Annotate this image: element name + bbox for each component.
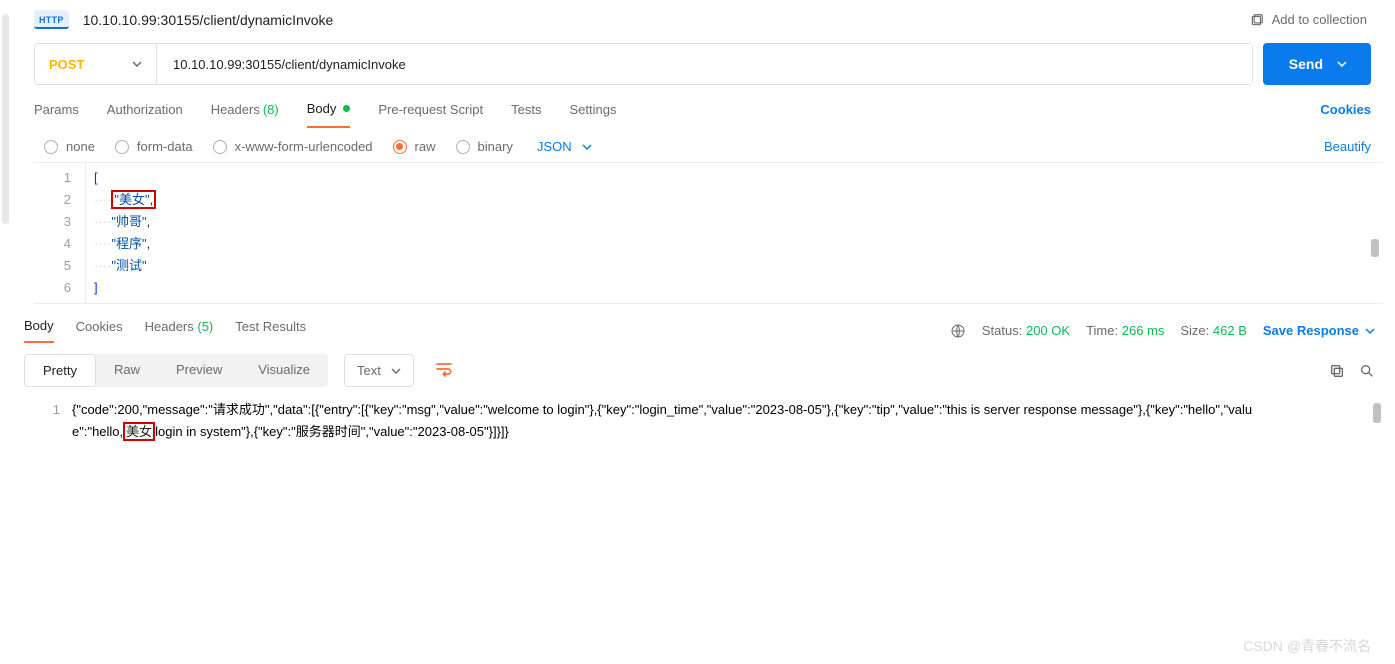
tab-authorization[interactable]: Authorization <box>107 102 183 127</box>
wrap-lines-button[interactable] <box>424 354 464 387</box>
radio-none[interactable]: none <box>44 139 95 154</box>
request-header-row: HTTP 10.10.10.99:30155/client/dynamicInv… <box>0 0 1395 35</box>
body-type-row: none form-data x-www-form-urlencoded raw… <box>0 129 1395 162</box>
send-label: Send <box>1289 56 1323 72</box>
viewer-tab-raw[interactable]: Raw <box>96 354 158 387</box>
highlight-box: 美女 <box>123 422 155 441</box>
radio-icon <box>44 140 58 154</box>
watermark: CSDN @青春不流名 <box>1243 636 1371 656</box>
response-body-editor[interactable]: 1 {"code":200,"message":"请求成功","data":[{… <box>24 395 1375 447</box>
viewer-tab-visualize[interactable]: Visualize <box>240 354 328 387</box>
request-body-editor[interactable]: 1 2 3 4 5 6 [ ····"美女", ····"帅哥", ····"程… <box>34 162 1383 304</box>
chevron-down-icon <box>391 366 401 376</box>
cookies-link[interactable]: Cookies <box>1320 102 1371 127</box>
status-stat: Status: 200 OK <box>982 323 1070 338</box>
request-tabs: Params Authorization Headers (8) Body Pr… <box>0 85 1395 129</box>
response-line: {"code":200,"message":"请求成功","data":[{"e… <box>72 399 1272 443</box>
tab-body[interactable]: Body <box>307 101 351 128</box>
line-gutter: 1 2 3 4 5 6 <box>34 163 86 303</box>
chevron-down-icon <box>582 142 592 152</box>
time-stat: Time: 266 ms <box>1086 323 1164 338</box>
radio-icon <box>115 140 129 154</box>
resp-tab-cookies[interactable]: Cookies <box>76 319 123 342</box>
http-badge: HTTP <box>34 10 69 29</box>
response-tabs: Body Cookies Headers (5) Test Results St… <box>0 304 1395 344</box>
globe-icon <box>950 323 966 339</box>
response-code-area[interactable]: {"code":200,"message":"请求成功","data":[{"e… <box>72 395 1375 447</box>
resp-tab-body[interactable]: Body <box>24 318 54 343</box>
code-line: ····"美女", <box>94 189 1383 211</box>
scrollbar-thumb[interactable] <box>1371 239 1379 257</box>
response-stats: Status: 200 OK Time: 266 ms Size: 462 B … <box>950 323 1375 339</box>
tab-headers[interactable]: Headers (8) <box>211 102 279 127</box>
method-url-row: POST Send <box>0 35 1395 85</box>
code-line: ····"帅哥", <box>94 211 1383 233</box>
copy-icon[interactable] <box>1329 363 1345 379</box>
radio-icon <box>393 140 407 154</box>
chevron-down-icon <box>1365 326 1375 336</box>
radio-icon <box>213 140 227 154</box>
add-to-collection-button[interactable]: Add to collection <box>1250 12 1367 27</box>
url-input[interactable] <box>157 44 1252 84</box>
save-response-button[interactable]: Save Response <box>1263 323 1375 338</box>
tab-settings[interactable]: Settings <box>569 102 616 127</box>
code-line: [ <box>94 167 1383 189</box>
beautify-button[interactable]: Beautify <box>1324 139 1371 154</box>
active-dot-icon <box>343 105 350 112</box>
send-button[interactable]: Send <box>1263 43 1371 85</box>
code-line: ····"测试" <box>94 255 1383 277</box>
radio-form-data[interactable]: form-data <box>115 139 193 154</box>
tab-tests[interactable]: Tests <box>511 102 541 127</box>
code-area[interactable]: [ ····"美女", ····"帅哥", ····"程序", ····"测试"… <box>86 163 1383 303</box>
body-format-select[interactable]: JSON <box>537 139 592 154</box>
wrap-icon <box>434 360 454 378</box>
resp-tab-test-results[interactable]: Test Results <box>235 319 306 342</box>
chevron-down-icon <box>1337 59 1347 69</box>
highlight-box: "美女", <box>111 190 156 209</box>
response-line-gutter: 1 <box>24 395 72 447</box>
radio-icon <box>456 140 470 154</box>
method-select[interactable]: POST <box>35 44 157 84</box>
method-label: POST <box>49 57 84 72</box>
tab-params[interactable]: Params <box>34 102 79 127</box>
search-icon[interactable] <box>1359 363 1375 379</box>
viewer-right-actions <box>1329 363 1375 379</box>
viewer-tab-pretty[interactable]: Pretty <box>24 354 96 387</box>
chevron-down-icon <box>132 59 142 69</box>
request-name: 10.10.10.99:30155/client/dynamicInvoke <box>83 12 334 28</box>
method-url-group: POST <box>34 43 1253 85</box>
response-viewer-row: Pretty Raw Preview Visualize Text <box>0 344 1395 395</box>
radio-raw[interactable]: raw <box>393 139 436 154</box>
left-scroll-hint <box>2 14 9 224</box>
add-to-collection-label: Add to collection <box>1272 12 1367 27</box>
viewer-tab-preview[interactable]: Preview <box>158 354 240 387</box>
tab-prerequest[interactable]: Pre-request Script <box>378 102 483 127</box>
radio-binary[interactable]: binary <box>456 139 513 154</box>
viewer-tabs: Pretty Raw Preview Visualize <box>24 354 328 387</box>
scrollbar-thumb[interactable] <box>1373 403 1381 423</box>
size-stat: Size: 462 B <box>1180 323 1247 338</box>
resp-tab-headers[interactable]: Headers (5) <box>145 319 214 342</box>
code-line: ] <box>94 277 1383 299</box>
response-format-select[interactable]: Text <box>344 354 414 387</box>
radio-urlencoded[interactable]: x-www-form-urlencoded <box>213 139 373 154</box>
folder-add-icon <box>1250 13 1264 27</box>
code-line: ····"程序", <box>94 233 1383 255</box>
